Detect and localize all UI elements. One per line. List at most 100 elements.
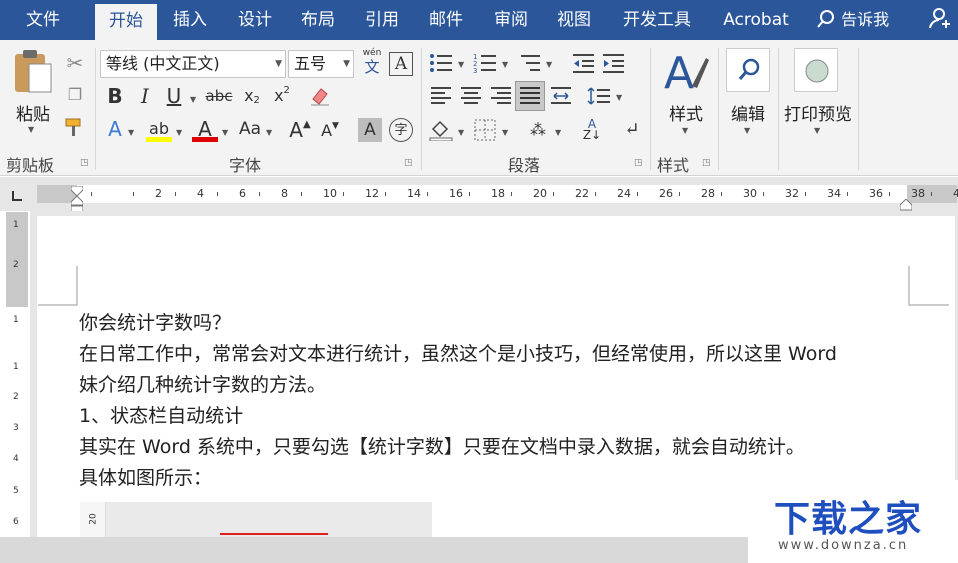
edit-button[interactable]: 编辑 ▼ [722,48,774,143]
text-effects-icon[interactable]: A [104,118,126,140]
decrease-indent-icon[interactable] [570,52,596,74]
embedded-image[interactable]: 20 [80,502,432,538]
ruler-tick [679,192,680,196]
doc-line[interactable]: 其实在 Word 系统中，只要勾选【统计字数】只要在文档中录入数据，就会自动统计… [79,433,805,461]
align-left-icon[interactable] [428,85,454,107]
ruler-tick [511,192,512,196]
tab-selector-icon[interactable] [10,188,24,202]
doc-line[interactable]: 妹介绍几种统计字数的方法。 [79,371,326,399]
ruler-number: 8 [281,187,288,200]
character-border-button[interactable]: A [389,52,413,76]
print-preview-dropdown-icon[interactable]: ▼ [814,126,820,135]
font-color-dropdown-icon[interactable]: ▼ [222,128,228,137]
doc-line[interactable]: 你会统计字数吗？ [79,309,231,337]
vertical-ruler-number: 2 [13,392,19,402]
line-spacing-dropdown-icon[interactable]: ▼ [616,93,622,102]
change-case-dropdown-icon[interactable]: ▼ [266,128,272,137]
numbering-icon[interactable]: 123 [472,52,498,74]
tab-home[interactable]: 开始 [95,4,157,40]
styles-launcher-icon[interactable]: ◳ [702,158,711,168]
shading-icon[interactable] [428,118,454,142]
horizontal-ruler[interactable]: 246810121416182022242628303234363840 [37,185,958,203]
tab-mailings[interactable]: 邮件 [418,0,474,40]
print-preview-button[interactable]: 打印预览 ▼ [780,48,856,143]
tab-acrobat[interactable]: Acrobat [712,0,800,40]
ruler-number: 30 [743,187,757,200]
font-size-combo[interactable]: 五号 ▼ [288,50,354,78]
shading-dropdown-icon[interactable]: ▼ [458,128,464,137]
doc-line[interactable]: 在日常工作中，常常会对文本进行统计，虽然这个是小技巧，但经常使用，所以这里 Wo… [79,340,837,368]
tell-me-search[interactable]: 告诉我 [816,0,889,40]
line-spacing-icon[interactable] [586,85,612,107]
paragraph-launcher-icon[interactable]: ◳ [634,158,643,168]
clipboard-launcher-icon[interactable]: ◳ [80,158,89,168]
tab-review[interactable]: 审阅 [483,0,539,40]
subscript-icon[interactable]: x2 [240,85,264,107]
distributed-icon[interactable] [548,85,574,107]
ruler-number: 36 [869,187,883,200]
tab-developer[interactable]: 开发工具 [612,0,702,40]
copy-icon[interactable]: ❐ [64,84,86,106]
borders-dropdown-icon[interactable]: ▼ [502,128,508,137]
show-hide-marks-icon[interactable]: ↵ [620,118,644,142]
paste-dropdown-icon[interactable]: ▼ [28,125,34,134]
align-center-icon[interactable] [458,85,484,107]
font-name-combo[interactable]: 等线 (中文正文) ▼ [100,50,286,78]
separator [421,48,422,170]
multilevel-dropdown-icon[interactable]: ▼ [546,60,552,69]
doc-line[interactable]: 1、状态栏自动统计 [79,402,243,430]
ruler-tick [427,192,428,196]
font-color-icon[interactable]: A [192,116,218,142]
align-right-icon[interactable] [488,85,514,107]
vertical-ruler[interactable]: 1211234567 [6,212,28,557]
doc-line[interactable]: 具体如图所示： [79,464,212,492]
svg-text:A: A [664,48,694,94]
italic-icon[interactable]: I [134,85,156,107]
change-case-icon[interactable]: Aa [236,118,264,140]
underline-dropdown-icon[interactable]: ▼ [190,95,196,104]
sort-icon[interactable]: A Z↓ [580,118,604,142]
clear-formatting-icon[interactable] [308,85,332,107]
numbering-dropdown-icon[interactable]: ▼ [502,60,508,69]
cut-icon[interactable]: ✂ [64,52,86,74]
bullets-icon[interactable] [428,52,454,74]
strikethrough-icon[interactable]: abc [205,85,233,107]
share-user-icon[interactable] [928,0,952,40]
enclose-characters-icon[interactable]: 字 [389,118,413,142]
tab-references[interactable]: 引用 [354,0,410,40]
text-effects-dropdown-icon[interactable]: ▼ [128,128,134,137]
multilevel-list-icon[interactable] [516,52,542,74]
format-painter-icon[interactable] [62,116,88,138]
right-indent-marker[interactable] [899,196,913,211]
font-launcher-icon[interactable]: ◳ [404,158,413,168]
vertical-ruler-number: 2 [13,260,19,270]
styles-button[interactable]: A 样式 ▼ [656,48,716,143]
chinese-layout-dropdown-icon[interactable]: ▼ [555,128,561,137]
phonetic-guide-button[interactable]: wén 文 [360,48,384,78]
highlight-dropdown-icon[interactable]: ▼ [176,128,182,137]
bold-icon[interactable]: B [104,85,126,107]
character-shading-icon[interactable]: A [358,118,382,142]
tab-insert[interactable]: 插入 [162,0,218,40]
grow-font-icon[interactable]: A ▲ [288,118,312,142]
ruler-number: 6 [239,187,246,200]
tab-file[interactable]: 文件 [6,0,80,40]
shrink-font-icon[interactable]: A ▼ [318,120,342,142]
increase-indent-icon[interactable] [600,52,626,74]
highlight-icon[interactable]: ab [146,116,172,142]
tab-view[interactable]: 视图 [546,0,602,40]
tab-design[interactable]: 设计 [227,0,283,40]
superscript-icon[interactable]: x2 [270,85,294,107]
styles-dropdown-icon[interactable]: ▼ [682,126,688,135]
ruler-tick [469,192,470,196]
borders-icon[interactable] [472,118,498,142]
edit-dropdown-icon[interactable]: ▼ [744,126,750,135]
ruler-tick [385,192,386,196]
paste-button[interactable]: 粘贴 ▼ [8,48,58,138]
bullets-dropdown-icon[interactable]: ▼ [458,60,464,69]
justify-icon[interactable] [515,81,545,111]
chinese-layout-icon[interactable]: ⁂ [525,118,551,142]
underline-icon[interactable]: U [163,85,185,107]
first-line-indent-marker[interactable] [70,181,84,197]
tab-layout[interactable]: 布局 [290,0,346,40]
